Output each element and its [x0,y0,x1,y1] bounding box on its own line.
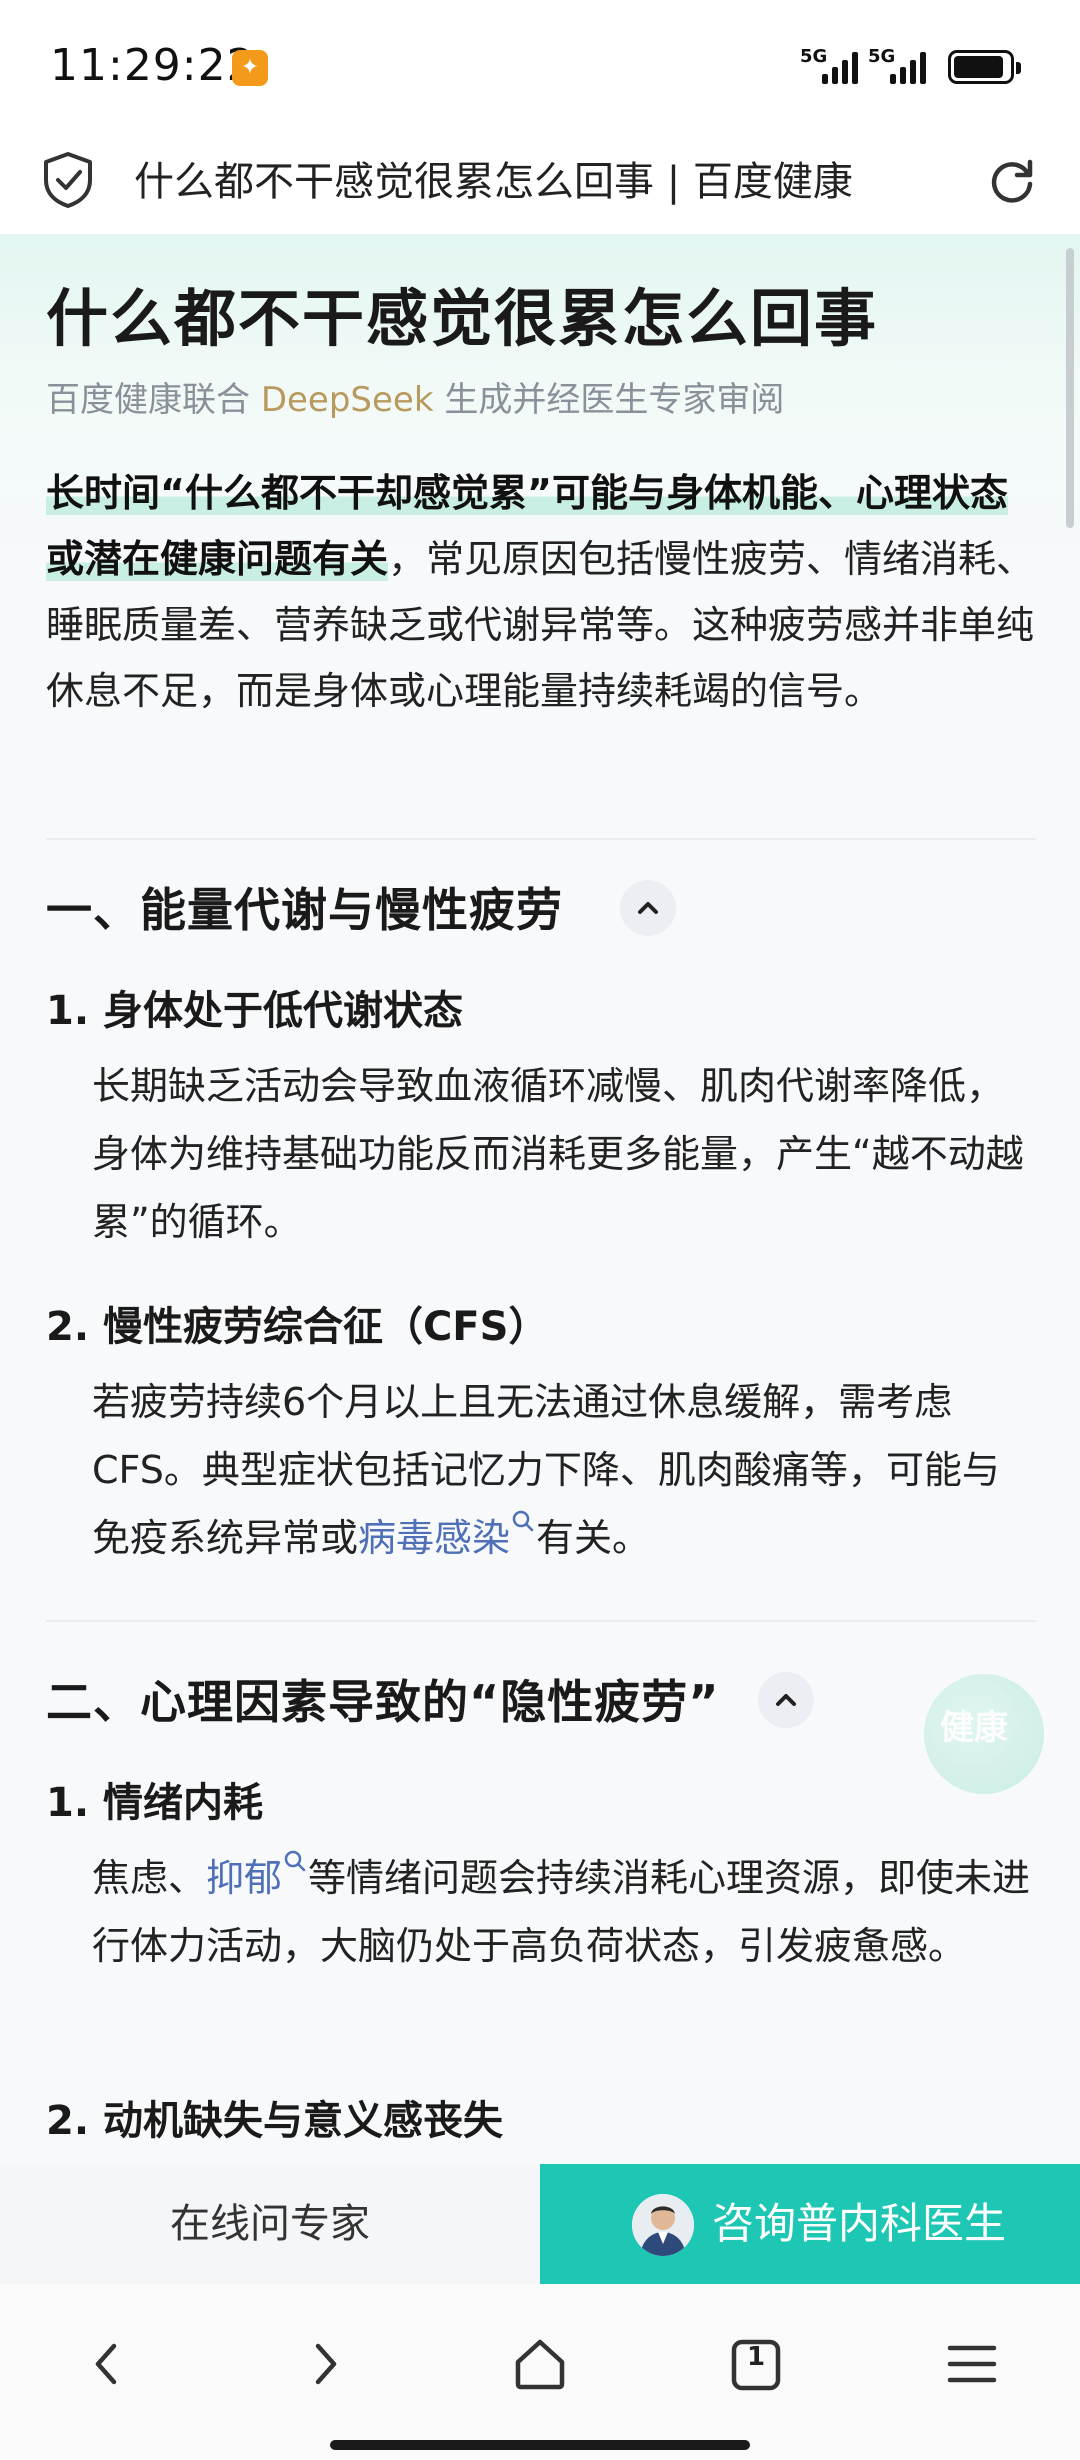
doctor-avatar [632,2194,694,2256]
chevron-left-icon [95,2343,117,2385]
item-title: 2. 慢性疲劳综合征（CFS） [46,1304,549,1350]
home-indicator[interactable] [330,2440,750,2450]
search-icon[interactable] [282,1848,308,1874]
item-title: 1. 情绪内耗 [46,1780,263,1826]
tabs-button[interactable]: 1 [716,2324,796,2404]
source-brand: DeepSeek [260,380,434,420]
menu-icon [947,2345,997,2383]
ask-expert-button[interactable]: 在线问专家 [0,2164,540,2284]
forward-button[interactable] [284,2324,364,2404]
item-title: 1. 身体处于低代谢状态 [46,988,463,1034]
item-body: 焦虑、抑郁 等情绪问题会持续消耗心理资源，即使未进行体力活动，大脑仍处于高负荷状态… [92,1844,1032,1980]
article-title: 什么都不干感觉很累怎么回事 [46,282,879,355]
item-body-text: 焦虑、 [92,1856,207,1900]
collapse-section-button[interactable] [620,880,676,936]
source-suffix: 生成并经医生专家审阅 [433,380,785,420]
address-bar[interactable]: 什么都不干感觉很累怎么回事 | 百度健康 [0,130,1080,234]
status-bar: 11:29:22 ✦ 5G 5G [0,0,1080,130]
chevron-up-icon [776,1694,796,1706]
search-link-virus-infection[interactable]: 病毒感染 [358,1516,510,1560]
item-body: 长期缺乏活动会导致血液循环减慢、肌肉代谢率降低，身体为维持基础功能反而消耗更多能… [92,1064,1024,1244]
reload-icon[interactable] [984,154,1040,210]
battery-level [954,56,1003,78]
section-title: 二、心理因素导致的“隐性疲劳” [46,1675,720,1729]
chevron-up-icon [638,902,658,914]
search-link-depression[interactable]: 抑郁 [206,1856,282,1900]
article-intro: 长时间“什么都不干却感觉累”可能与身体机能、心理状态或潜在健康问题有关，常见原因… [46,460,1036,724]
article-content[interactable]: 什么都不干感觉很累怎么回事 百度健康联合 DeepSeek 生成并经医生专家审阅… [0,234,1080,2164]
divider [46,1620,1036,1622]
divider [46,838,1036,840]
search-icon[interactable] [510,1508,536,1534]
menu-button[interactable] [932,2324,1012,2404]
battery-icon [948,50,1021,84]
home-button[interactable] [500,2324,580,2404]
chevron-right-icon [315,2343,337,2385]
status-time: 11:29:22 [50,40,256,91]
page-title-url[interactable]: 什么都不干感觉很累怎么回事 | 百度健康 [134,142,934,222]
app-notification-icon: ✦ [232,50,268,86]
bottom-action-bar: 在线问专家 咨询普内科医生 [0,2164,1080,2284]
home-icon [515,2339,565,2390]
consult-doctor-button[interactable]: 咨询普内科医生 [540,2164,1080,2284]
source-prefix: 百度健康联合 [46,380,261,420]
scrollbar[interactable] [1066,248,1074,528]
tab-count: 1 [746,2342,766,2372]
back-button[interactable] [68,2324,148,2404]
section-title: 一、能量代谢与慢性疲劳 [46,883,563,937]
consult-label: 咨询普内科医生 [712,2199,1007,2248]
security-shield-icon[interactable] [40,150,96,210]
item-body: 若疲劳持续6个月以上且无法通过休息缓解，需考虑CFS。典型症状包括记忆力下降、肌… [92,1368,1032,1572]
item-body-text: 有关。 [536,1516,651,1560]
floating-label: 健康 [940,1708,1008,1748]
floating-health-button[interactable]: 健康 [924,1674,1044,1794]
article-source: 百度健康联合 DeepSeek 生成并经医生专家审阅 [46,372,784,421]
collapse-section-button[interactable] [758,1672,814,1728]
item-title: 2. 动机缺失与意义感丧失 [46,2098,503,2144]
browser-nav-bar: 1 [0,2284,1080,2460]
